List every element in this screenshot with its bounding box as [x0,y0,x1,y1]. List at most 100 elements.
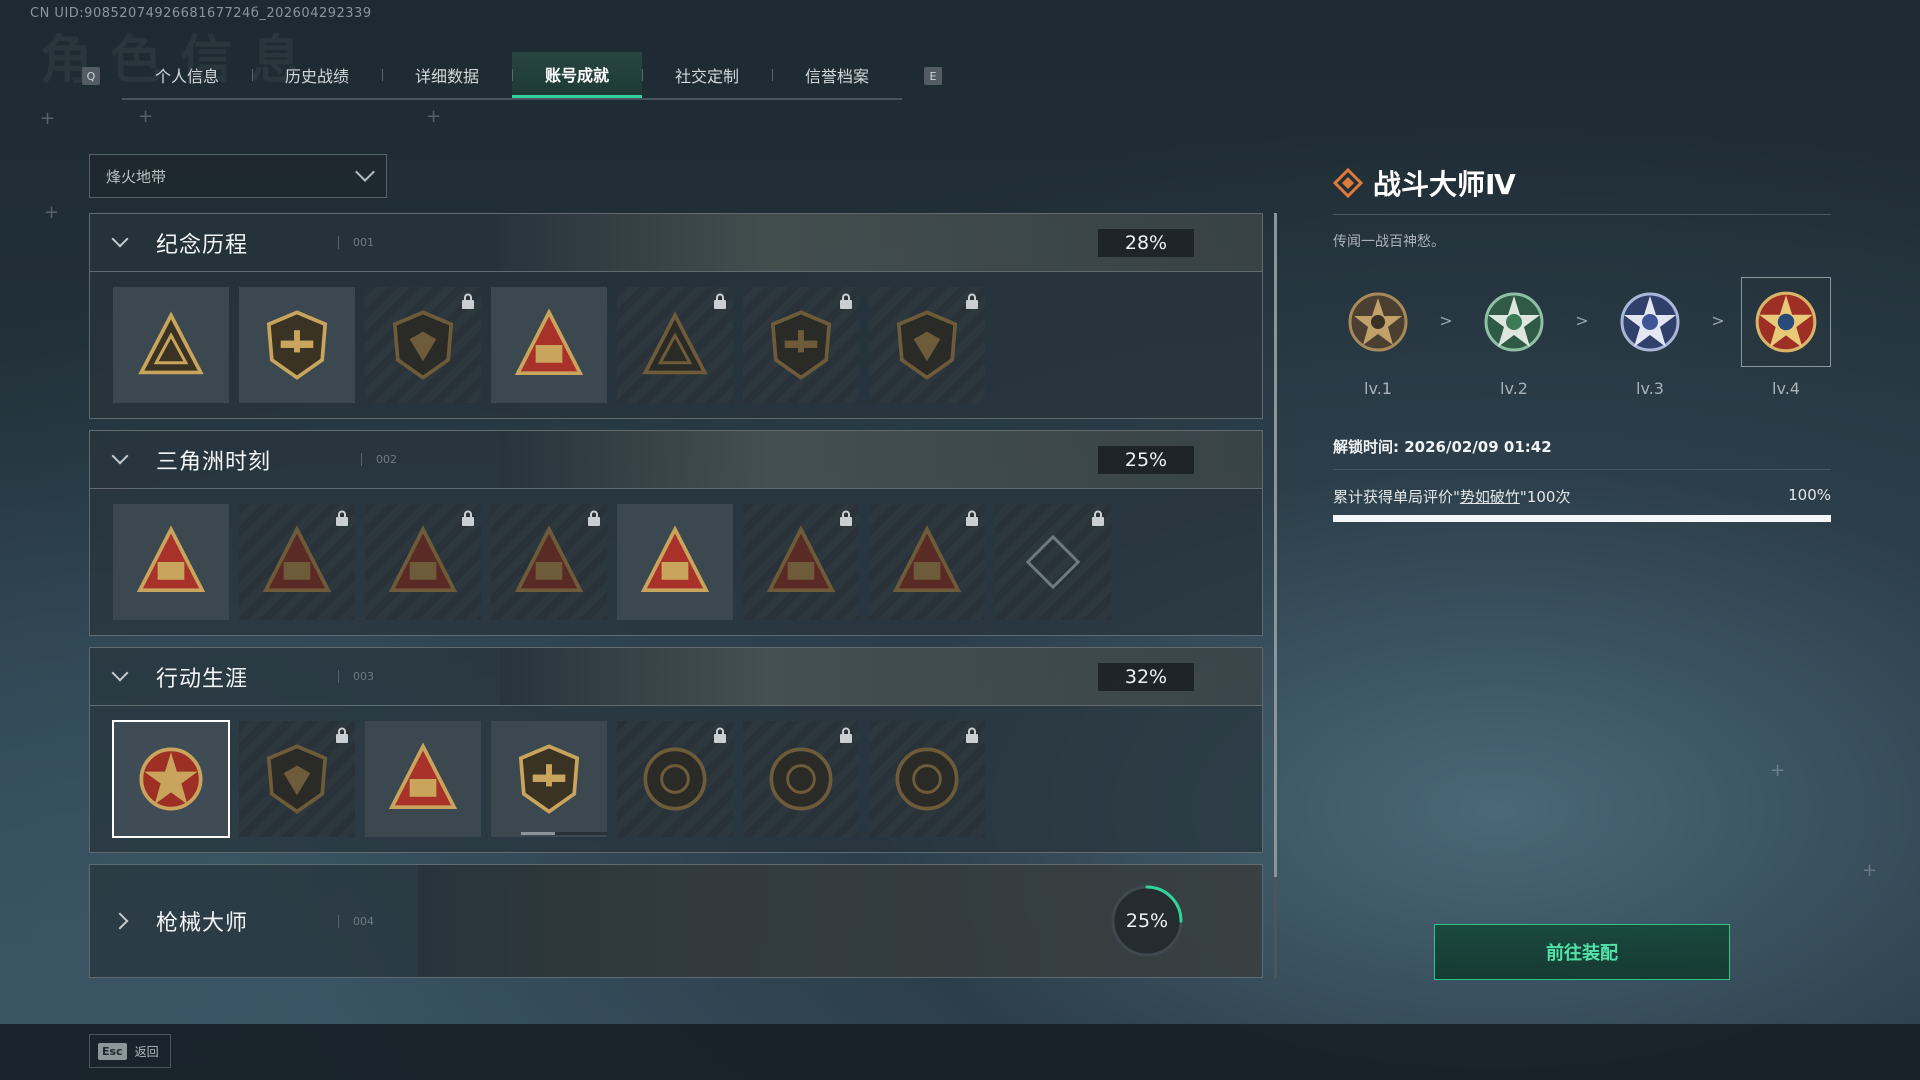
achievement-badge[interactable] [239,287,355,403]
chevron-down-icon[interactable] [111,664,129,681]
category-header[interactable]: 行动生涯 003 32% [90,648,1262,706]
detail-header: 战斗大师Ⅳ [1333,160,1831,206]
back-button[interactable]: Esc 返回 [89,1034,171,1068]
skull-coin-icon [769,747,833,811]
lock-icon [965,727,979,743]
level-arrow: > [1711,311,1725,330]
achievement-badge[interactable] [617,721,733,837]
category-title: 纪念历程 [156,232,249,258]
lock-icon [335,727,349,743]
deco-cross-icon: + [138,106,154,127]
medal-slot[interactable] [1469,277,1559,367]
level-3[interactable]: lv.3 [1605,277,1695,398]
achievement-badge[interactable] [995,504,1111,620]
helicopter-shield-icon [266,310,328,380]
achievement-badge[interactable] [743,721,859,837]
kneeling-soldier-icon [388,525,458,593]
category-weapon-master: 枪械大师 004 25% [89,864,1263,978]
achievement-category-list: 纪念历程 001 28% 三角洲时刻 002 25% 行动生涯 003 32% [89,213,1263,989]
level-label: lv.1 [1364,379,1392,398]
chevron-down-icon[interactable] [111,447,129,464]
tab-bar: Q 个人信息 历史战绩 详细数据 账号成就 社交定制 信誉档案 E [82,52,942,100]
chevron-down-icon[interactable] [111,230,129,247]
lock-icon [1091,510,1105,526]
tab-match-history[interactable]: 历史战绩 [252,52,382,98]
achievement-badge[interactable] [869,287,985,403]
category-header[interactable]: 纪念历程 001 28% [90,214,1262,272]
deco-cross-icon: + [40,108,56,129]
tab-list: 个人信息 历史战绩 详细数据 账号成就 社交定制 信誉档案 [122,52,902,100]
tab-personal-info[interactable]: 个人信息 [122,52,252,98]
category-progress-ring: 25% [1110,884,1184,958]
achievement-badge[interactable] [743,504,859,620]
level-2[interactable]: lv.2 [1469,277,1559,398]
achievement-badge[interactable] [617,287,733,403]
sector-58-triangle-icon [514,308,584,376]
achievement-badge[interactable] [365,287,481,403]
chevron-right-icon[interactable] [111,912,129,930]
achievement-badge[interactable] [869,721,985,837]
detail-description: 传闻一战百神愁。 [1333,234,1445,250]
achievement-badge[interactable] [365,504,481,620]
sector-58-wings-icon [642,311,708,375]
achievement-badge[interactable] [239,721,355,837]
tab-reputation[interactable]: 信誉档案 [772,52,902,98]
level-label: lv.4 [1772,379,1800,398]
esc-key: Esc [98,1042,127,1060]
tab-detailed-data[interactable]: 详细数据 [382,52,512,98]
level-arrow: > [1575,311,1589,330]
lock-icon [587,510,601,526]
condition-highlight-link[interactable]: 势如破竹 [1460,488,1520,506]
chevron-down-icon [355,162,375,182]
category-memorial: 纪念历程 001 28% [89,213,1263,419]
category-percent: 25% [1125,910,1169,932]
achievement-badge[interactable] [112,720,230,838]
level-label: lv.3 [1636,379,1664,398]
medal-slot-current[interactable] [1741,277,1831,367]
achievement-badge[interactable] [113,287,229,403]
uid-label: CN UID:9085207492668167724б_202604292339 [30,6,372,21]
achievement-badge[interactable] [743,287,859,403]
scrollbar-thumb[interactable] [1274,213,1277,877]
tab-social-custom[interactable]: 社交定制 [642,52,772,98]
achievement-badge[interactable] [617,504,733,620]
squad-triangle-icon [640,525,710,593]
prev-tab-key[interactable]: Q [82,67,100,85]
achievement-badge[interactable] [365,721,481,837]
level-progression: lv.1 > lv.2 > lv.3 > lv.4 [1333,277,1831,398]
level-arrow: > [1439,311,1453,330]
gem-shield-icon [518,744,580,814]
category-percent: 32% [1098,663,1194,691]
achievement-badge[interactable] [239,504,355,620]
tab-achievements[interactable]: 账号成就 [512,52,642,98]
category-percent: 25% [1098,446,1194,474]
medal-slot[interactable] [1333,277,1423,367]
achievement-badge[interactable] [113,504,229,620]
lion-crest-icon [766,525,836,593]
achievement-badge[interactable] [491,287,607,403]
badge-row [90,272,1262,418]
level-1[interactable]: lv.1 [1333,277,1423,398]
condition-progress-bar [1333,515,1831,522]
level-4[interactable]: lv.4 [1741,277,1831,398]
hidden-diamond-icon [1025,534,1081,590]
helmet-coin-icon [643,747,707,811]
keycard-triangle-icon [262,525,332,593]
achievement-badge[interactable] [869,504,985,620]
medal-slot[interactable] [1605,277,1695,367]
laurel-triangle-icon [514,525,584,593]
badge-progress-bar [521,832,607,835]
achievement-badge[interactable] [491,721,607,837]
lock-icon [713,727,727,743]
go-equip-button[interactable]: 前往装配 [1434,924,1730,980]
mode-dropdown[interactable]: 烽火地带 [89,154,387,198]
category-header[interactable]: 三角洲时刻 002 25% [90,431,1262,489]
badge-progress-fill [521,832,556,835]
category-delta-moments: 三角洲时刻 002 25% [89,430,1263,636]
category-header[interactable]: 枪械大师 004 25% [90,865,1262,977]
list-scrollbar[interactable] [1274,213,1277,979]
achievement-badge[interactable] [491,504,607,620]
condition-text: 累计获得单局评价"势如破竹"100次 [1333,488,1571,506]
next-tab-key[interactable]: E [924,67,942,85]
category-code: 002 [361,453,397,466]
